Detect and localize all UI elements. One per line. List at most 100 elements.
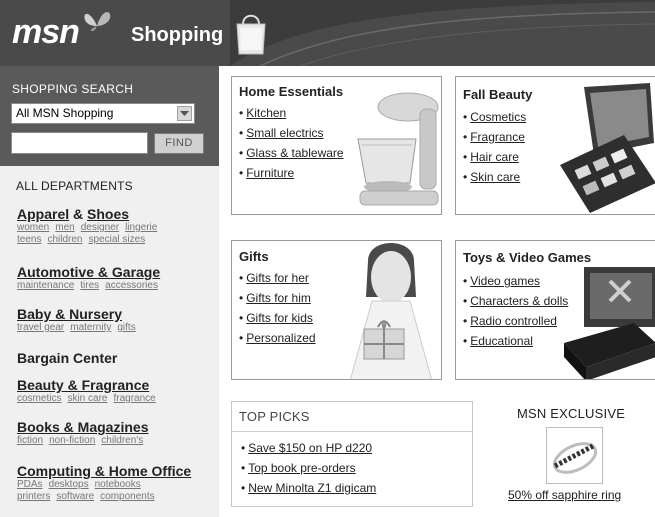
top-picks-panel: TOP PICKS Save $150 on HP d220 Top book … [231,401,473,507]
list-item: Fragrance [463,127,526,147]
promo-gifts-links: Gifts for her Gifts for him Gifts for ki… [239,268,316,348]
beauty-skin-care-link[interactable]: Skin care [470,170,520,184]
list-item: Video games [463,271,568,291]
dept-apparel-amp: & [69,206,88,222]
left-sidebar: SHOPPING SEARCH All MSN Shopping FIND AL… [0,66,219,517]
sub-link[interactable]: teens [17,234,41,245]
dept-baby-link[interactable]: Baby & Nursery [17,306,122,322]
sub-link[interactable]: PDAs [17,479,43,490]
top-picks-heading: TOP PICKS [239,409,310,424]
dept-beauty-link[interactable]: Beauty & Fragrance [17,377,149,393]
dept-bargain-link[interactable]: Bargain Center [17,350,117,366]
game-console-image[interactable] [564,267,655,380]
gifts-personalized-link[interactable]: Personalized [246,331,315,345]
sub-link[interactable]: men [55,222,74,233]
list-item: Furniture [239,163,344,183]
woman-with-gift-image[interactable] [328,241,442,380]
list-item: New Minolta Z1 digicam [241,478,376,498]
dept-beauty: Beauty & Fragrance cosmetics skin care fra… [17,377,162,405]
find-button[interactable]: FIND [154,133,204,154]
msn-logo[interactable]: msn [12,13,80,52]
sub-link[interactable]: fragrance [113,393,155,404]
sub-link[interactable]: children's [101,435,143,446]
search-query-input[interactable] [11,132,148,154]
home-small-electrics-link[interactable]: Small electrics [246,126,323,140]
sub-link[interactable]: special sizes [89,234,146,245]
promo-home-title: Home Essentials [239,84,344,99]
shopping-search-heading: SHOPPING SEARCH [12,82,134,96]
top-pick-minolta-link[interactable]: New Minolta Z1 digicam [248,481,376,495]
gifts-for-him-link[interactable]: Gifts for him [246,291,311,305]
sub-link[interactable]: printers [17,491,50,502]
stand-mixer-image[interactable] [350,87,442,215]
sub-link[interactable]: lingerie [125,222,157,233]
home-furniture-link[interactable]: Furniture [246,166,294,180]
sub-link[interactable]: accessories [105,280,158,291]
sub-link[interactable]: maternity [70,322,111,333]
top-pick-hp-link[interactable]: Save $150 on HP d220 [248,441,372,455]
sub-link[interactable]: travel gear [17,322,64,333]
sapphire-ring-link[interactable]: 50% off sapphire ring [508,488,621,502]
search-scope-select[interactable]: All MSN Shopping [11,103,195,124]
sub-link[interactable]: tires [80,280,99,291]
dropdown-arrow-icon[interactable] [177,106,192,121]
list-item: Top book pre-orders [241,458,376,478]
sub-link[interactable]: notebooks [95,479,141,490]
dept-shoes-link[interactable]: Shoes [87,206,129,222]
list-item: Cosmetics [463,107,526,127]
sub-link[interactable]: desktops [49,479,89,490]
site-header: msn Shopping [0,0,655,66]
sub-link[interactable]: non-fiction [49,435,95,446]
sub-link[interactable]: software [56,491,94,502]
shopping-title: Shopping [131,24,224,46]
butterfly-icon [84,12,111,31]
shopping-bag-icon [236,14,266,55]
promo-home-links: Kitchen Small electrics Glass & tablewar… [239,103,344,183]
top-picks-list: Save $150 on HP d220 Top book pre-orders… [241,438,376,498]
top-pick-books-link[interactable]: Top book pre-orders [248,461,355,475]
sub-link[interactable]: children [47,234,82,245]
list-item: Gifts for him [239,288,316,308]
list-item: Gifts for her [239,268,316,288]
list-item: Characters & dolls [463,291,568,311]
toys-radio-controlled-link[interactable]: Radio controlled [470,314,557,328]
toys-characters-link[interactable]: Characters & dolls [470,294,568,308]
dept-automotive-link[interactable]: Automotive & Garage [17,264,160,280]
sub-link[interactable]: components [100,491,154,502]
list-item: Hair care [463,147,526,167]
sub-link[interactable]: fiction [17,435,43,446]
toys-video-games-link[interactable]: Video games [470,274,540,288]
toys-educational-link[interactable]: Educational [470,334,533,348]
dept-bargain: Bargain Center [17,350,117,366]
beauty-cosmetics-link[interactable]: Cosmetics [470,110,526,124]
dept-books: Books & Magazines fiction non-fiction chil… [17,419,149,447]
sub-link[interactable]: gifts [117,322,135,333]
sub-link[interactable]: women [17,222,49,233]
dept-apparel: Apparel & Shoes women men designer lingerie… [17,206,163,246]
promo-gifts-title: Gifts [239,249,269,264]
dept-automotive: Automotive & Garage maintenance tires acce… [17,264,164,292]
promo-toys-games: Toys & Video Games Video games Character… [455,240,655,380]
home-kitchen-link[interactable]: Kitchen [246,106,286,120]
sub-link[interactable]: skin care [67,393,107,404]
dept-books-link[interactable]: Books & Magazines [17,419,148,435]
dept-computing: Computing & Home Office PDAs desktops note… [17,463,191,503]
all-departments-heading: ALL DEPARTMENTS [16,179,133,193]
makeup-palette-image[interactable] [554,83,655,215]
beauty-fragrance-link[interactable]: Fragrance [470,130,525,144]
search-scope-value: All MSN Shopping [16,106,114,120]
sub-link[interactable]: cosmetics [17,393,61,404]
beauty-hair-care-link[interactable]: Hair care [470,150,519,164]
ring-image[interactable] [546,427,603,484]
sub-link[interactable]: designer [81,222,119,233]
gifts-for-her-link[interactable]: Gifts for her [246,271,309,285]
sub-link[interactable]: maintenance [17,280,74,291]
home-glass-link[interactable]: Glass & tableware [246,146,343,160]
dept-apparel-link[interactable]: Apparel [17,206,69,222]
promo-gifts: Gifts Gifts for her Gifts for him Gifts … [231,240,442,380]
gifts-for-kids-link[interactable]: Gifts for kids [246,311,313,325]
dept-computing-link[interactable]: Computing & Home Office [17,463,191,479]
list-item: Skin care [463,167,526,187]
promo-toys-title: Toys & Video Games [463,250,592,265]
shopping-search-panel: SHOPPING SEARCH All MSN Shopping FIND [0,66,219,166]
